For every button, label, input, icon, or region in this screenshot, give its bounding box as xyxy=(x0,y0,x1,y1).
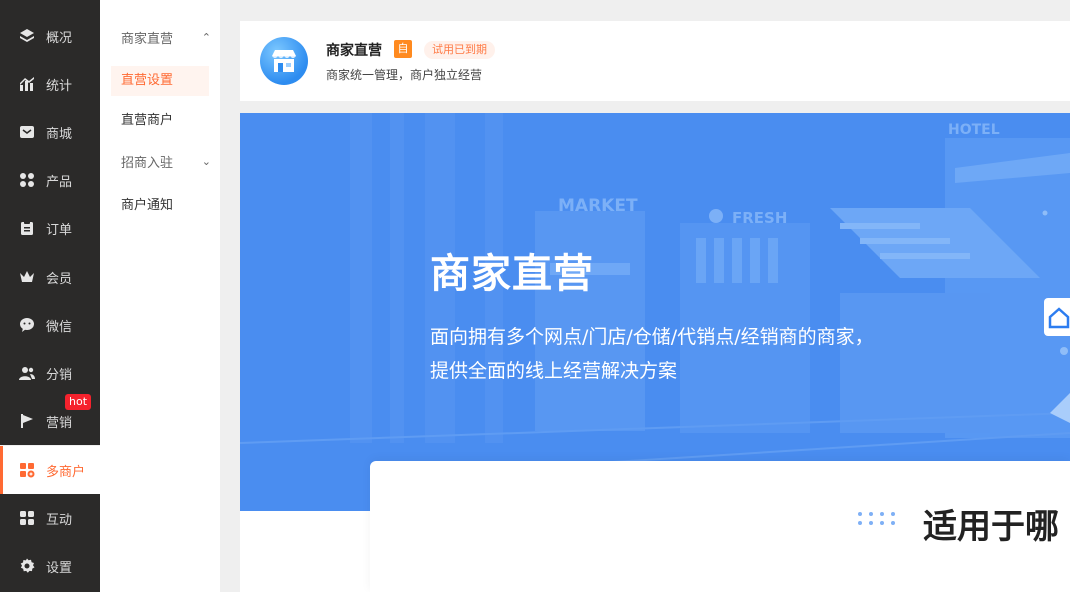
store-logo-icon xyxy=(260,37,308,85)
hero-banner: MARKET FRESH HOTEL 商家直营 面向拥有多个网点/门店/仓储/代… xyxy=(240,113,1070,511)
mail-icon xyxy=(18,123,36,141)
dots-decoration-icon xyxy=(858,512,895,525)
main-sidebar: 概况 统计 商城 产品 订单 会员 微信 分销 营销 hot 多商户 互动 设置 xyxy=(0,0,100,592)
nav-item-label: 会员 xyxy=(46,271,73,287)
banner-sign-hotel: HOTEL xyxy=(948,122,1000,138)
nav-item-label: 商城 xyxy=(46,126,73,142)
nav-item-label: 订单 xyxy=(46,222,73,238)
header-card: 商家直营 自 试用已到期 商家统一管理，商户独立经营 xyxy=(240,21,1070,101)
gear-icon xyxy=(18,557,36,575)
nav-item-mall[interactable]: 商城 xyxy=(0,108,100,156)
subnav-item-notice[interactable]: 商户通知 xyxy=(111,191,209,221)
grid-icon xyxy=(18,509,36,527)
nav-item-wechat[interactable]: 微信 xyxy=(0,301,100,349)
banner-sign-market: MARKET xyxy=(558,196,638,216)
nav-item-label: 多商户 xyxy=(46,464,86,480)
flag-icon xyxy=(18,412,36,430)
self-badge: 自 xyxy=(394,40,412,58)
nav-item-statistics[interactable]: 统计 xyxy=(0,60,100,108)
nav-item-label: 互动 xyxy=(46,512,73,528)
nav-item-orders[interactable]: 订单 xyxy=(0,204,100,252)
section-title: 适用于哪 xyxy=(923,507,1059,547)
nav-item-distribution[interactable]: 分销 xyxy=(0,349,100,397)
nav-item-settings[interactable]: 设置 xyxy=(0,542,100,590)
banner-description: 面向拥有多个网点/门店/仓储/代销点/经销商的商家，提供全面的线上经营解决方案 xyxy=(430,326,874,382)
store-icon xyxy=(18,461,36,479)
nav-item-label: 统计 xyxy=(46,78,73,94)
subnav-group-label: 招商入驻 xyxy=(121,156,174,171)
nav-item-products[interactable]: 产品 xyxy=(0,156,100,204)
layers-icon xyxy=(18,27,36,45)
nav-item-interaction[interactable]: 互动 xyxy=(0,494,100,542)
nav-item-label: 营销 xyxy=(46,415,73,431)
nav-item-overview[interactable]: 概况 xyxy=(0,12,100,60)
page-subtitle: 商家统一管理，商户独立经营 xyxy=(326,68,483,82)
hot-badge: hot xyxy=(65,394,92,410)
chevron-down-icon: ⌄ xyxy=(201,155,211,168)
users-icon xyxy=(18,364,36,382)
nav-item-label: 产品 xyxy=(46,174,73,190)
subnav-group-label: 商家直营 xyxy=(121,32,174,47)
subnav-item-direct-settings[interactable]: 直营设置 xyxy=(111,66,209,96)
banner-title: 商家直营 xyxy=(430,251,594,297)
banner-sign-fresh: FRESH xyxy=(732,209,787,227)
nav-item-members[interactable]: 会员 xyxy=(0,253,100,301)
wechat-icon xyxy=(18,316,36,334)
subnav-item-direct-merchants[interactable]: 直营商户 xyxy=(111,106,209,136)
use-case-card: 适用于哪 xyxy=(370,461,1070,592)
page-title: 商家直营 xyxy=(326,43,382,59)
chart-icon xyxy=(18,75,36,93)
subnav-group-recruit[interactable]: 招商入驻 ⌄ xyxy=(121,152,211,171)
main-content: 商家直营 自 试用已到期 商家统一管理，商户独立经营 MARKET FRESH … xyxy=(220,0,1070,592)
nav-item-label: 分销 xyxy=(46,367,73,383)
clipboard-icon xyxy=(18,219,36,237)
crown-icon xyxy=(18,268,36,286)
sub-sidebar: 商家直营 ⌃ 直营设置 直营商户 招商入驻 ⌄ 商户通知 xyxy=(100,0,220,592)
subnav-group-direct[interactable]: 商家直营 ⌃ xyxy=(121,28,211,47)
nav-item-label: 设置 xyxy=(46,560,73,576)
nav-item-multi-merchant[interactable]: 多商户 xyxy=(0,446,100,494)
city-illustration: MARKET FRESH HOTEL xyxy=(240,113,1070,474)
apps-icon xyxy=(18,171,36,189)
nav-item-label: 概况 xyxy=(46,30,73,46)
app-window: 概况 统计 商城 产品 订单 会员 微信 分销 营销 hot 多商户 互动 设置… xyxy=(0,0,1070,592)
trial-status-badge: 试用已到期 xyxy=(424,41,495,59)
chevron-up-icon: ⌃ xyxy=(201,31,211,44)
nav-item-label: 微信 xyxy=(46,319,73,335)
